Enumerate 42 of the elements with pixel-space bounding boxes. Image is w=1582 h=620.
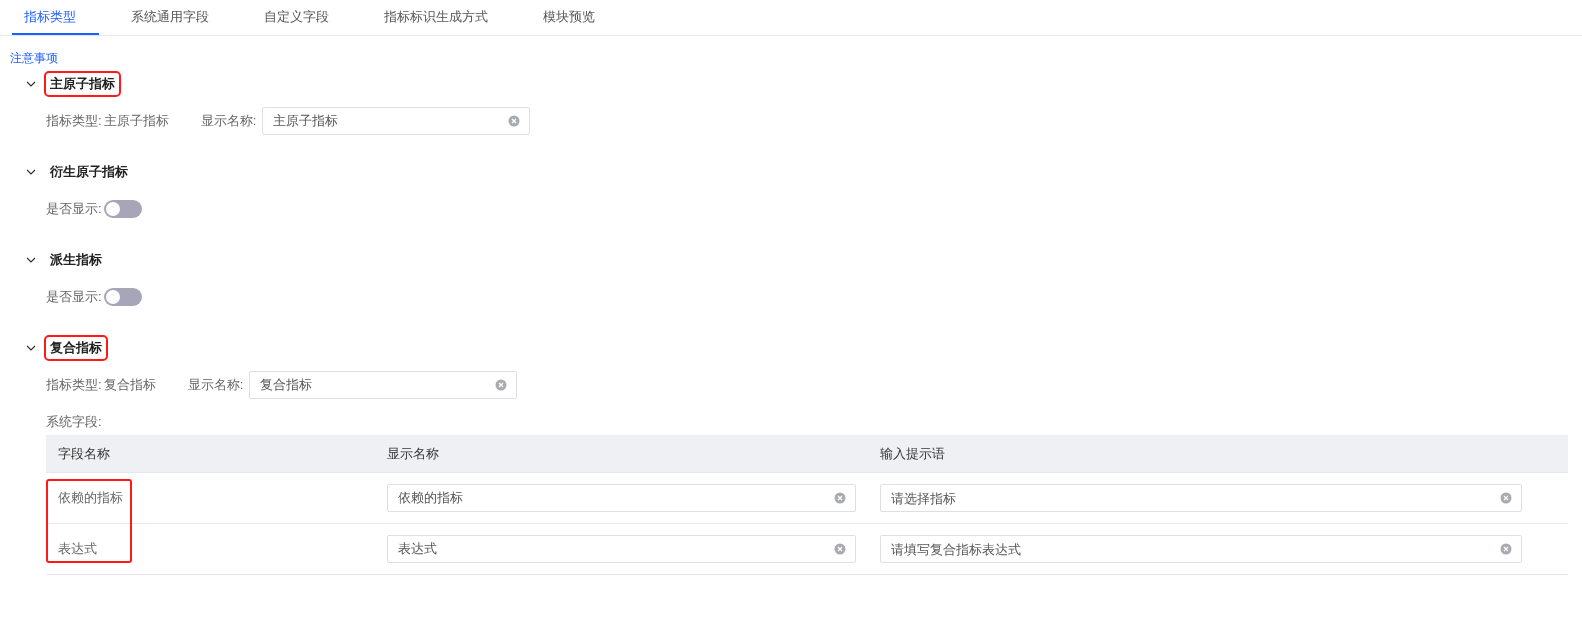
column-header: 显示名称 [386,444,440,463]
column-header: 字段名称 [57,444,111,463]
table-cell-text: 表达式 [57,540,98,558]
chevron-down-icon[interactable] [26,255,36,265]
table-cell-text: 依赖的指标 [57,489,124,507]
text-input[interactable]: 请选择指标 [880,484,1522,512]
tab[interactable]: 模块预览 [531,0,618,35]
text-input[interactable]: 复合指标 [249,371,518,399]
text-input[interactable]: 主原子指标 [262,107,531,135]
section-title: 衍生原子指标 [49,163,129,181]
toggle-switch[interactable] [103,288,142,306]
notice-link[interactable]: 注意事项 [10,50,58,67]
field-label: 显示名称: [200,112,257,130]
field-label: 显示名称: [187,376,244,394]
clear-icon[interactable] [1500,543,1512,555]
field-label: 系统字段: [46,413,103,431]
section-title: 主原子指标 [46,73,119,95]
section-title: 复合指标 [46,337,106,359]
field-label: 是否显示: [46,200,102,218]
chevron-down-icon[interactable] [26,167,36,177]
section-title: 派生指标 [49,251,103,269]
clear-icon[interactable] [495,379,508,391]
chevron-down-icon[interactable] [26,79,36,89]
field-label: 是否显示: [46,288,102,306]
tab[interactable]: 指标标识生成方式 [372,0,511,35]
chevron-down-icon[interactable] [26,343,36,353]
field-label: 指标类型: [46,112,102,130]
clear-icon[interactable] [834,543,846,555]
clear-icon[interactable] [508,115,521,127]
field-value: 主原子指标 [103,112,169,130]
toggle-switch[interactable] [103,200,142,218]
tab[interactable]: 系统通用字段 [119,0,232,35]
text-input[interactable]: 依赖的指标 [387,484,856,512]
field-value: 复合指标 [103,376,156,394]
text-input[interactable]: 表达式 [387,535,856,563]
clear-icon[interactable] [1500,492,1512,504]
text-input[interactable]: 请填写复合指标表达式 [880,535,1522,563]
field-label: 指标类型: [46,376,102,394]
tab[interactable]: 自定义字段 [252,0,352,35]
tab[interactable]: 指标类型 [12,0,99,35]
column-header: 输入提示语 [879,444,946,463]
clear-icon[interactable] [834,492,846,504]
